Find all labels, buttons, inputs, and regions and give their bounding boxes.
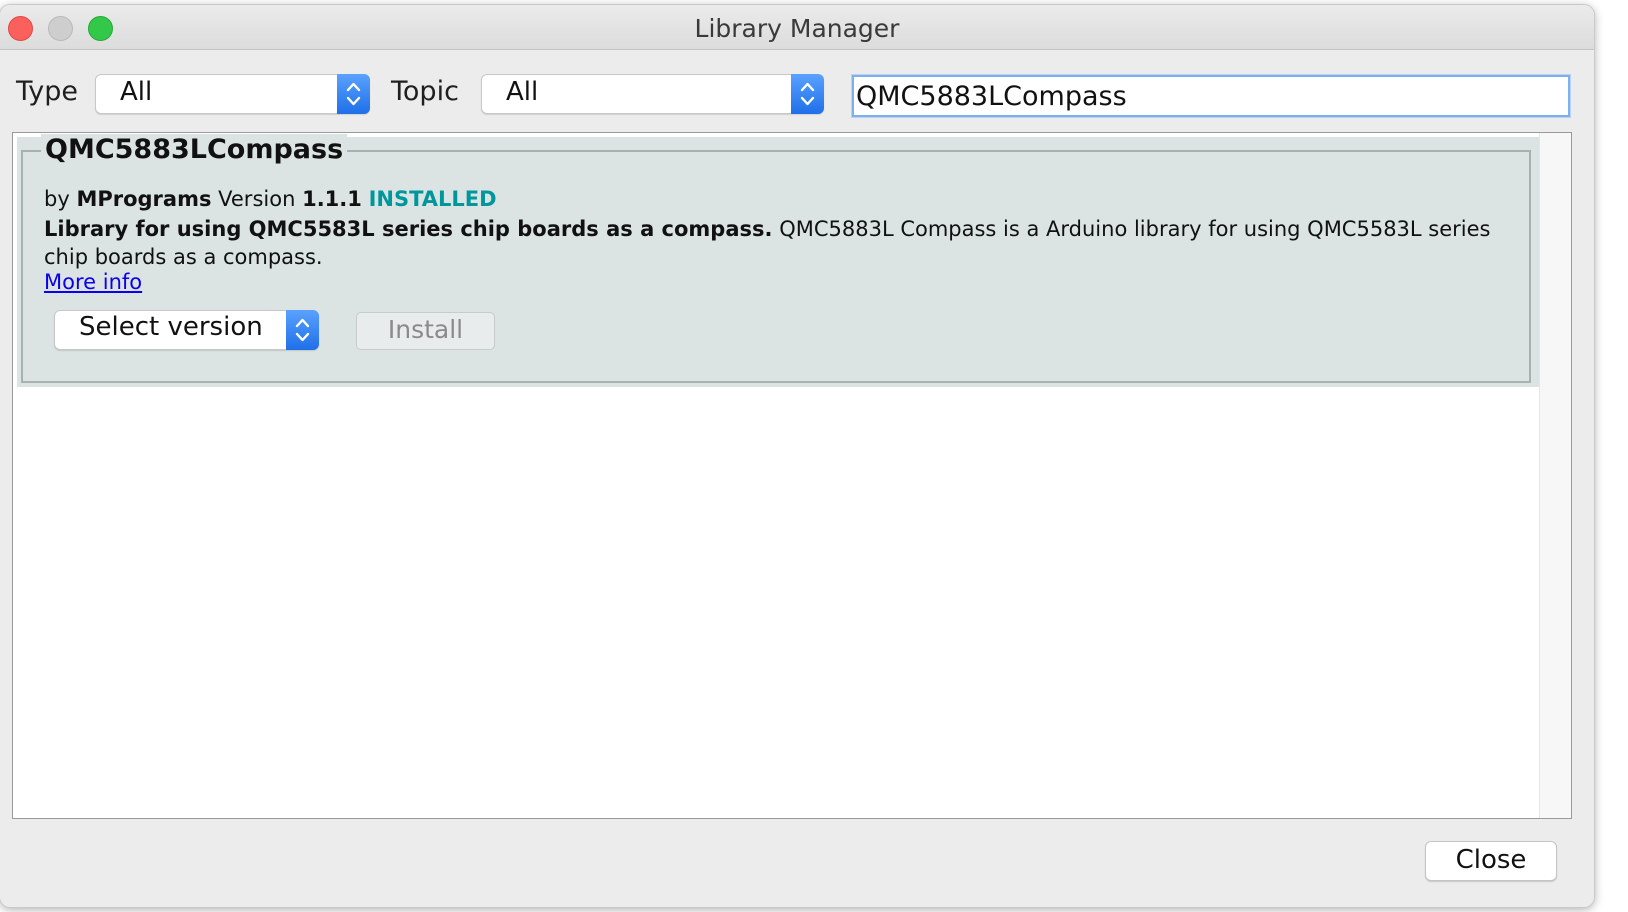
version-label: Version [218,187,296,211]
installed-status: INSTALLED [368,187,497,211]
library-description: Library for using QMC5583L series chip b… [44,215,1494,271]
library-name: QMC5883LCompass [41,134,348,165]
version-select-value: Select version [79,312,263,342]
type-select[interactable]: All [95,74,370,114]
library-summary: Library for using QMC5583L series chip b… [44,217,773,241]
close-button[interactable]: Close [1425,841,1557,881]
topic-select[interactable]: All [481,74,824,114]
version-select[interactable]: Select version [54,310,319,350]
install-button[interactable]: Install [356,312,495,350]
chevron-up-down-icon [286,310,319,350]
topic-label: Topic [391,76,459,107]
library-item[interactable]: QMC5883LCompass by MPrograms Version 1.1… [17,134,1539,387]
chevron-up-down-icon [791,74,824,114]
type-select-value: All [120,77,153,107]
by-label: by [44,187,70,211]
more-info-link[interactable]: More info [44,270,142,294]
library-author: MPrograms [76,187,212,211]
chevron-up-down-icon [337,74,370,114]
library-meta: by MPrograms Version 1.1.1 INSTALLED [44,187,497,211]
library-list: QMC5883LCompass by MPrograms Version 1.1… [12,132,1572,819]
title-bar[interactable]: Library Manager [0,5,1594,50]
library-manager-window: Library Manager Type All Topic All QMC58… [0,5,1594,907]
scrollbar[interactable] [1539,133,1571,818]
topic-select-value: All [506,77,539,107]
window-title: Library Manager [694,14,900,43]
library-version: 1.1.1 [302,187,362,211]
search-input[interactable] [852,75,1570,117]
type-label: Type [16,76,79,107]
